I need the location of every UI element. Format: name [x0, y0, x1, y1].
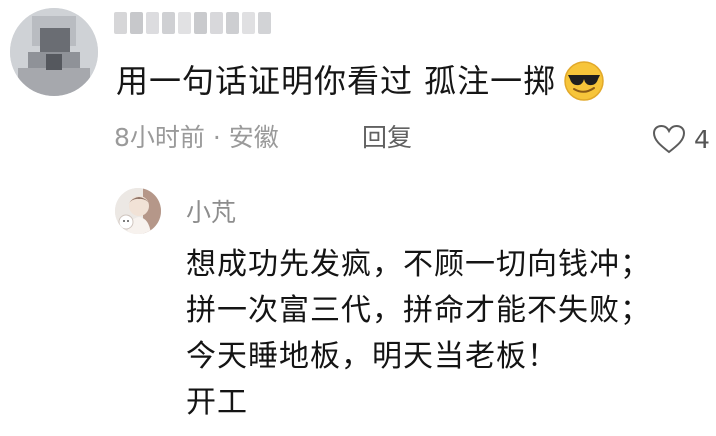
reply-line: 今天睡地板，明天当老板！ [186, 339, 558, 374]
like-button[interactable]: 4 [652, 120, 710, 158]
reply-username[interactable]: 小芃 [186, 196, 236, 230]
reply-line: 开工 [186, 385, 248, 420]
heart-icon [652, 124, 686, 154]
reply-text[interactable]: 想成功先发疯，不顾一切向钱冲； 拼一次富三代，拼命才能不失败； 今天睡地板，明天… [186, 242, 651, 426]
comment-time-location: 8小时前 · 安徽 [114, 123, 279, 152]
like-count: 4 [694, 124, 710, 154]
reply-avatar[interactable] [115, 188, 161, 234]
comment-text: 用一句话证明你看过 孤注一掷 [116, 62, 557, 100]
commenter-username[interactable] [114, 12, 271, 38]
reply-avatar-image [115, 188, 161, 234]
commenter-avatar[interactable] [10, 8, 98, 96]
reply-line: 想成功先发疯，不顾一切向钱冲； [186, 247, 651, 282]
reply-button[interactable]: 回复 [362, 118, 412, 158]
comment-text-row[interactable]: 用一句话证明你看过 孤注一掷 [116, 58, 606, 104]
reply-line: 拼一次富三代，拼命才能不失败； [186, 293, 651, 328]
sunglasses-emoji-icon [564, 61, 604, 101]
